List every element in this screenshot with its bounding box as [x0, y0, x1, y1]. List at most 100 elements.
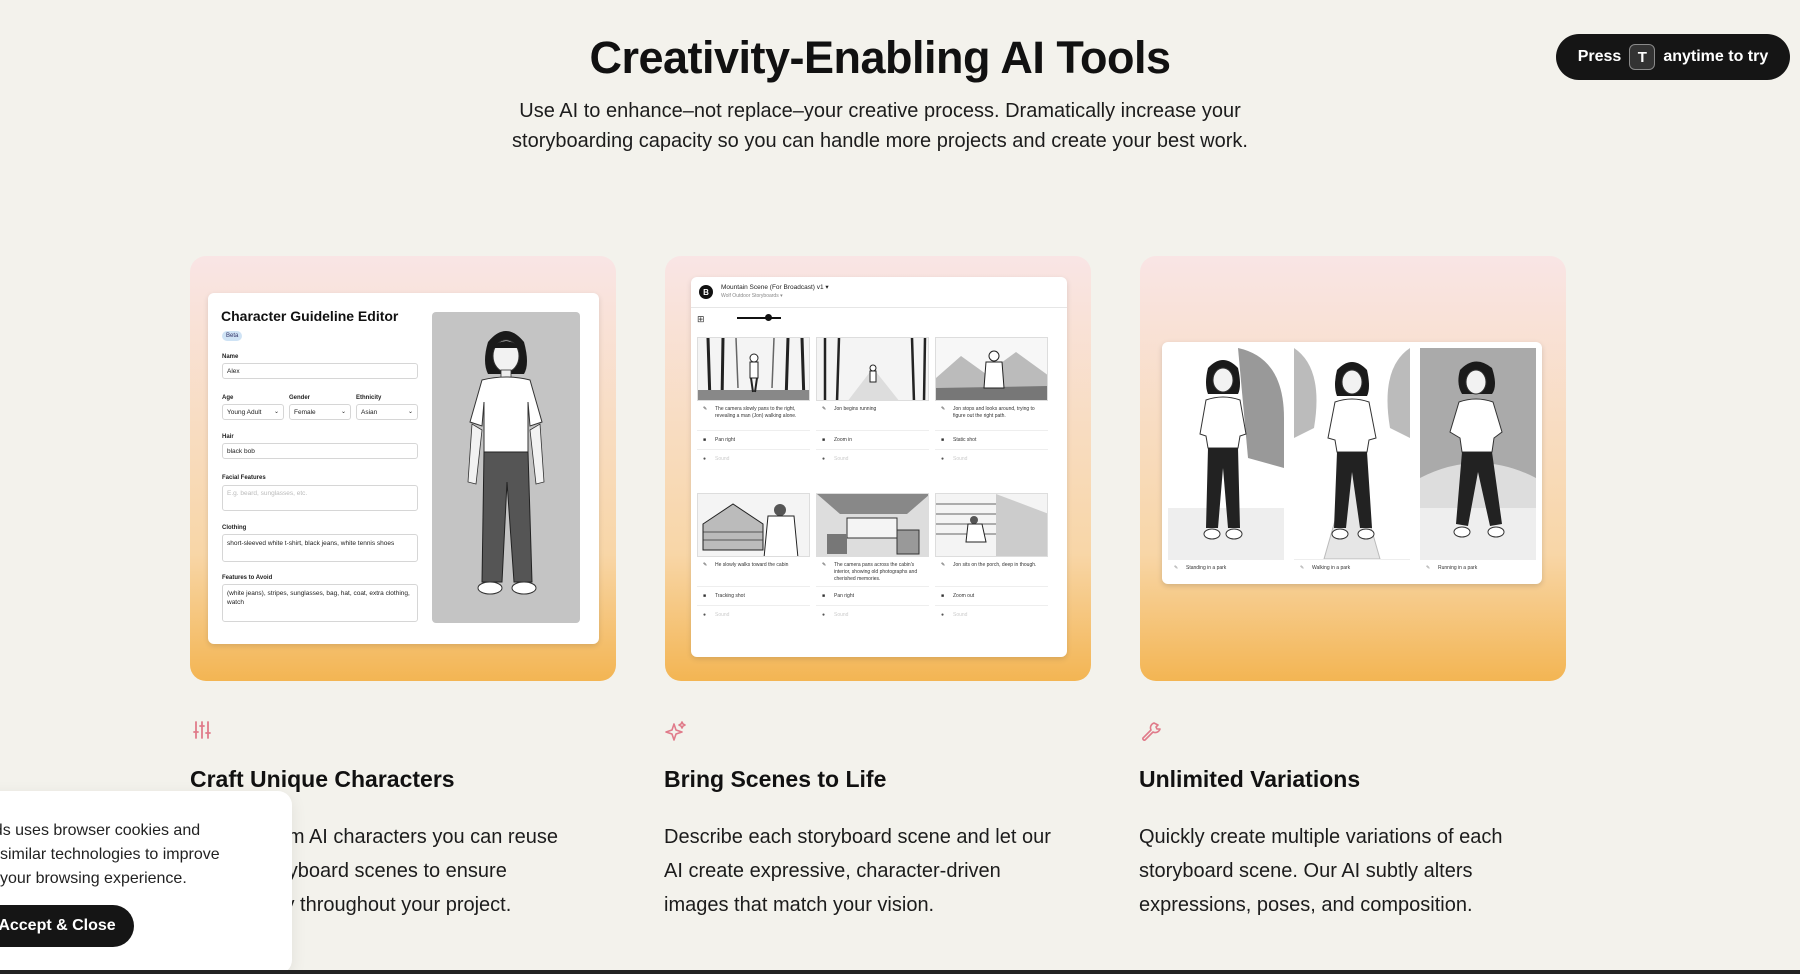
- storyboard-frame[interactable]: The camera pans across the cabin's inter…: [816, 493, 929, 624]
- beta-badge: Beta: [222, 331, 243, 341]
- frame-description[interactable]: The camera slowly pans to the right, rev…: [697, 401, 810, 431]
- variation-caption[interactable]: Standing in a park: [1168, 559, 1284, 577]
- feature-description: Describe each storyboard scene and let o…: [664, 826, 1051, 916]
- bottom-border: [0, 970, 1800, 974]
- frame-description[interactable]: Jon stops and looks around, trying to fi…: [935, 401, 1048, 431]
- frame-image-interior: [816, 493, 929, 557]
- clothing-field[interactable]: short-sleeved white t-shirt, black jeans…: [222, 534, 418, 562]
- frame-sound[interactable]: Sound: [697, 606, 810, 624]
- ethnicity-label: Ethnicity: [356, 395, 382, 401]
- variation-caption[interactable]: Walking in a park: [1294, 559, 1410, 577]
- frame-description[interactable]: Jon sits on the porch, deep in though.: [935, 557, 1048, 587]
- frame-image-porch: [935, 493, 1048, 557]
- chevron-down-icon: ⌄: [273, 409, 279, 415]
- accept-cookies-button[interactable]: Accept & Close: [0, 905, 134, 947]
- try-suffix: anytime to try: [1663, 48, 1769, 65]
- variation-frame[interactable]: Standing in a park: [1168, 348, 1284, 577]
- porch-illustration: [936, 494, 1047, 556]
- frame-shot-type[interactable]: Zoom out: [935, 587, 1048, 606]
- variation-image-standing: [1168, 348, 1284, 559]
- storyboard-title[interactable]: Mountain Scene (For Broadcast) v1 ▾: [721, 283, 829, 291]
- frame-description[interactable]: Jon begins running: [816, 401, 929, 431]
- storyboard-frame[interactable]: Jon sits on the porch, deep in though. Z…: [935, 493, 1048, 624]
- sliders-icon-svg: [193, 721, 211, 739]
- try-shortcut-button[interactable]: Press T anytime to try: [1556, 34, 1790, 80]
- features-to-avoid-field[interactable]: (white jeans), stripes, sunglasses, bag,…: [222, 584, 418, 622]
- frame-image-running: [816, 337, 929, 401]
- frame-sound[interactable]: Sound: [935, 450, 1048, 468]
- ethnicity-select[interactable]: Asian ⌄: [356, 404, 418, 420]
- walking-illustration: [1294, 348, 1410, 559]
- age-value: Young Adult: [227, 409, 262, 416]
- character-editor-card: Character Guideline Editor Beta Name Ale…: [190, 256, 616, 681]
- zoom-slider-handle[interactable]: [765, 314, 772, 321]
- variation-image-running: [1420, 348, 1536, 559]
- gender-select[interactable]: Female ⌄: [289, 404, 351, 420]
- wrench-icon-svg: [1142, 722, 1161, 741]
- page-subtitle: Use AI to enhance–not replace–your creat…: [512, 100, 1248, 152]
- storyboard-folder[interactable]: Wolf Outdoor Storyboards ▾: [721, 293, 783, 299]
- sliders-icon: [192, 720, 212, 746]
- feature-title: Unlimited Variations: [1139, 766, 1361, 792]
- gender-value: Female: [294, 409, 316, 416]
- variation-frame[interactable]: Running in a park: [1420, 348, 1536, 577]
- storyboard-scene-card: B Mountain Scene (For Broadcast) v1 ▾ Wo…: [665, 256, 1091, 681]
- chevron-down-icon: ⌄: [340, 409, 346, 415]
- variation-frame[interactable]: Walking in a park: [1294, 348, 1410, 577]
- name-label: Name: [222, 354, 239, 360]
- frame-shot-type[interactable]: Static shot: [935, 431, 1048, 450]
- cookie-text: Boords uses browser cookies and similar …: [0, 822, 220, 887]
- frame-description[interactable]: The camera pans across the cabin's inter…: [816, 557, 929, 587]
- frame-sound[interactable]: Sound: [697, 450, 810, 468]
- frame-sound[interactable]: Sound: [816, 450, 929, 468]
- hair-field[interactable]: black bob: [222, 443, 418, 459]
- cabin-illustration: [698, 494, 809, 556]
- storyboard-frame[interactable]: Jon begins running Zoom in Sound: [816, 337, 929, 468]
- character-guideline-editor: Character Guideline Editor Beta Name Ale…: [208, 293, 599, 644]
- zoom-slider[interactable]: [737, 317, 781, 319]
- frame-sound[interactable]: Sound: [816, 606, 929, 624]
- keyboard-key-t: T: [1629, 44, 1656, 70]
- wrench-icon: [1140, 720, 1162, 748]
- gender-label: Gender: [289, 395, 311, 401]
- storyboard-app-preview: B Mountain Scene (For Broadcast) v1 ▾ Wo…: [691, 277, 1067, 657]
- frame-image-forest: [697, 337, 810, 401]
- sparkles-icon-svg: [665, 721, 686, 741]
- chevron-down-icon: ⌄: [407, 409, 413, 415]
- variations-preview: Standing in a park Walking in a park: [1162, 342, 1542, 584]
- storyboard-frame[interactable]: The camera slowly pans to the right, rev…: [697, 337, 810, 468]
- frame-shot-type[interactable]: Zoom in: [816, 431, 929, 450]
- feature-title: Craft Unique Characters: [190, 766, 455, 792]
- variation-image-walking: [1294, 348, 1410, 559]
- running-illustration: [817, 338, 928, 400]
- grid-view-icon[interactable]: ⊞: [697, 314, 705, 325]
- hair-label: Hair: [222, 434, 234, 440]
- storyboard-frame[interactable]: He slowly walks toward the cabin Trackin…: [697, 493, 810, 624]
- standing-illustration: [1168, 348, 1284, 559]
- facial-features-field[interactable]: E.g. beard, sunglasses, etc.: [222, 485, 418, 511]
- frame-shot-type[interactable]: Tracking shot: [697, 587, 810, 606]
- feature-description: Quickly create multiple variations of ea…: [1139, 826, 1503, 916]
- frame-description[interactable]: He slowly walks toward the cabin: [697, 557, 810, 587]
- page-title: Creativity-Enabling AI Tools: [589, 32, 1171, 83]
- frame-shot-type[interactable]: Pan right: [697, 431, 810, 450]
- frame-image-cabin: [697, 493, 810, 557]
- frame-sound[interactable]: Sound: [935, 606, 1048, 624]
- frame-shot-type[interactable]: Pan right: [816, 587, 929, 606]
- mountain-illustration: [936, 338, 1047, 400]
- age-select[interactable]: Young Adult ⌄: [222, 404, 284, 420]
- ethnicity-value: Asian: [361, 409, 378, 416]
- variations-card: Standing in a park Walking in a park: [1140, 256, 1566, 681]
- frame-image-mountain: [935, 337, 1048, 401]
- running-person-illustration: [1420, 348, 1536, 559]
- clothing-label: Clothing: [222, 525, 247, 531]
- forest-illustration: [698, 338, 809, 400]
- try-prefix: Press: [1577, 48, 1622, 65]
- name-field[interactable]: Alex: [222, 363, 418, 379]
- character-preview-image: [432, 312, 580, 623]
- character-illustration: [467, 331, 545, 595]
- facial-features-label: Facial Features: [222, 475, 266, 481]
- editor-title: Character Guideline Editor: [221, 308, 399, 324]
- variation-caption[interactable]: Running in a park: [1420, 559, 1536, 577]
- storyboard-frame[interactable]: Jon stops and looks around, trying to fi…: [935, 337, 1048, 468]
